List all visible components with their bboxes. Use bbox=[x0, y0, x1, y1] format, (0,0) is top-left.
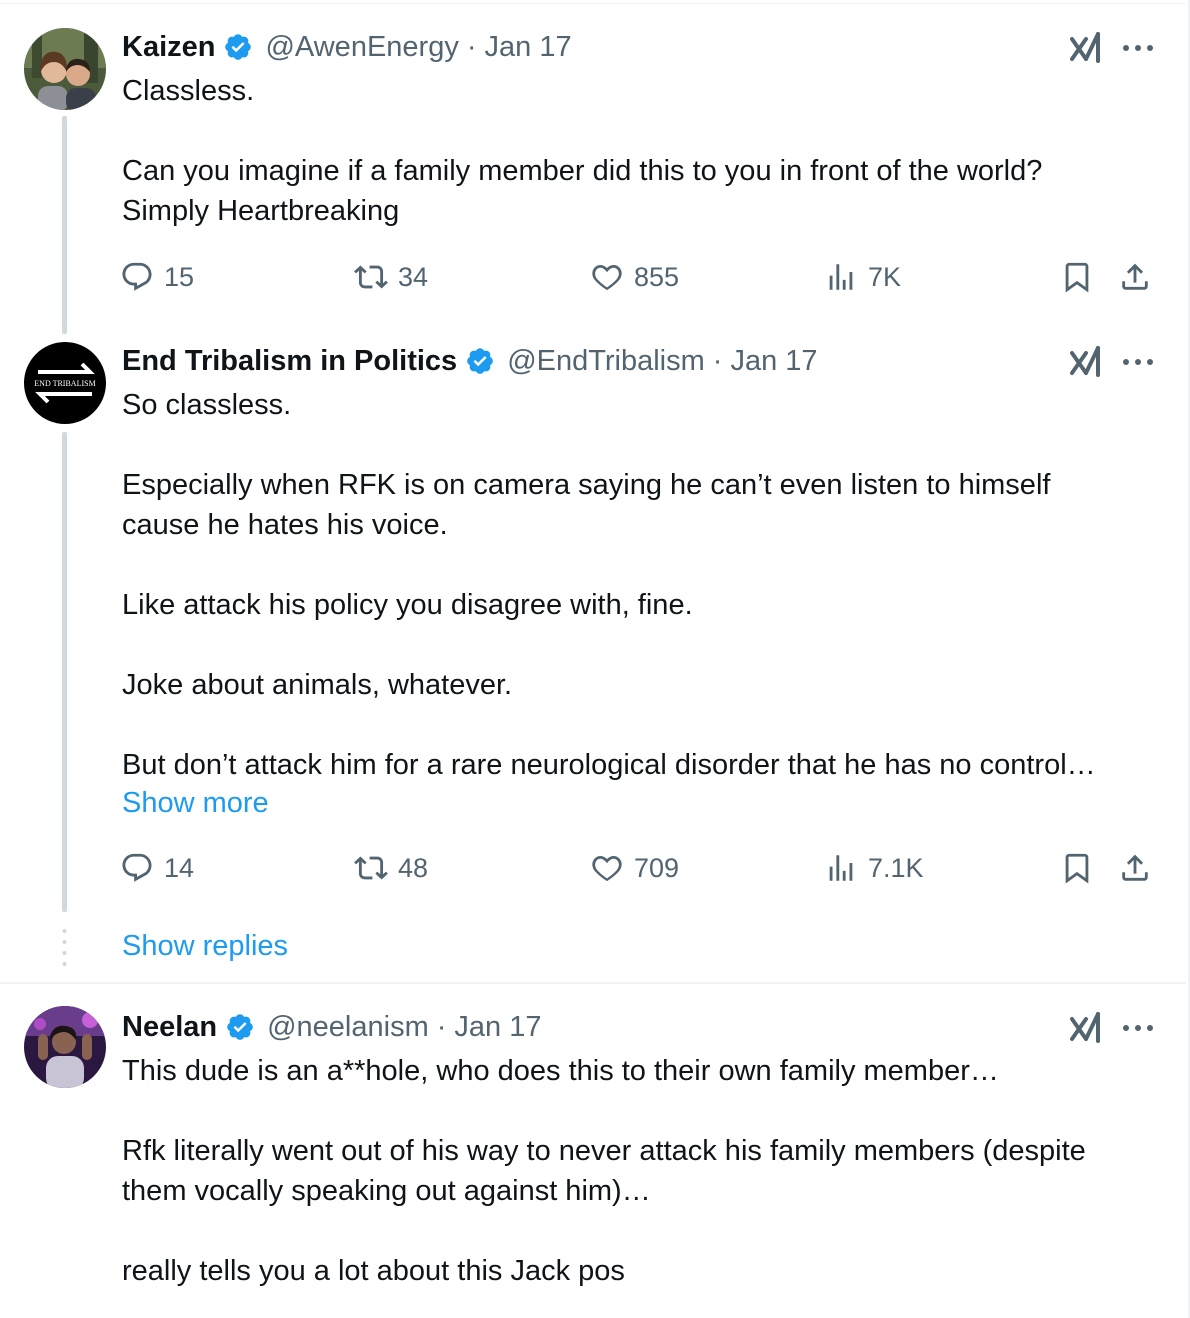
tweet-line: This dude is an a**hole, who does this t… bbox=[122, 1055, 999, 1087]
separator-dot: · bbox=[436, 1010, 447, 1043]
views-icon bbox=[829, 264, 853, 290]
grok-icon[interactable] bbox=[1068, 345, 1104, 379]
views-icon bbox=[829, 855, 853, 881]
share-button[interactable] bbox=[1118, 257, 1152, 297]
heart-icon bbox=[592, 855, 622, 882]
reply-button[interactable]: 15 bbox=[120, 257, 194, 297]
more-icon[interactable] bbox=[1120, 1023, 1156, 1033]
tweet-line: But don’t attack him for a rare neurolog… bbox=[122, 749, 1096, 781]
retweet-button[interactable]: 34 bbox=[354, 257, 428, 297]
tweet-line: really tells you a lot about this Jack p… bbox=[122, 1255, 625, 1287]
share-icon bbox=[1122, 263, 1148, 290]
like-button[interactable]: 709 bbox=[590, 848, 679, 888]
line-break bbox=[122, 1211, 1162, 1251]
show-replies-link[interactable]: Show replies bbox=[122, 926, 288, 966]
views-count: 7K bbox=[868, 261, 902, 292]
user-handle[interactable]: @neelanism bbox=[267, 1011, 429, 1044]
grok-icon[interactable] bbox=[1068, 31, 1104, 65]
bookmark-button[interactable] bbox=[1060, 257, 1094, 297]
action-bar: 14 48 709 7.1K bbox=[0, 848, 1186, 888]
share-button[interactable] bbox=[1118, 848, 1152, 888]
tweet-neelan[interactable]: Neelan @neelanism · Jan 17 This dude is … bbox=[0, 984, 1186, 1318]
like-count: 855 bbox=[634, 261, 680, 292]
tweet-line: Joke about animals, whatever. bbox=[122, 669, 513, 701]
line-break bbox=[122, 545, 1162, 585]
heart-icon bbox=[592, 264, 622, 291]
views-count: 7.1K bbox=[868, 852, 924, 883]
like-button[interactable]: 855 bbox=[590, 257, 679, 297]
reply-icon bbox=[122, 262, 152, 291]
bookmark-icon bbox=[1065, 262, 1089, 293]
user-handle[interactable]: @AwenEnergy bbox=[265, 31, 458, 64]
user-handle[interactable]: @EndTribalism bbox=[507, 345, 705, 378]
thread-line bbox=[62, 432, 67, 912]
retweet-count: 48 bbox=[398, 852, 429, 883]
reply-icon bbox=[122, 853, 152, 882]
avatar-photo-kaizen bbox=[24, 28, 106, 110]
tweet-line: Like attack his policy you disagree with… bbox=[122, 589, 693, 621]
tweet-line: Can you imagine if a family member did t… bbox=[122, 155, 1043, 187]
reply-count: 14 bbox=[164, 852, 195, 883]
tweet-line: So classless. bbox=[122, 389, 292, 421]
avatar-logo-text: END TRIBALISM bbox=[34, 379, 95, 388]
avatar-photo-neelan bbox=[24, 1006, 106, 1088]
tweet-text: This dude is an a**hole, who does this t… bbox=[122, 1051, 1162, 1291]
verified-badge-icon[interactable] bbox=[225, 1012, 255, 1042]
action-bar: 15 34 855 7K bbox=[0, 257, 1186, 297]
tweet-line: Especially when RFK is on camera saying … bbox=[122, 469, 1051, 501]
retweet-icon bbox=[354, 265, 388, 289]
tweet-date[interactable]: Jan 17 bbox=[454, 1011, 541, 1044]
bookmark-icon bbox=[1065, 853, 1089, 884]
tweet-line: Classless. bbox=[122, 75, 255, 107]
separator-dot: · bbox=[466, 30, 477, 63]
views-button[interactable]: 7K bbox=[824, 257, 901, 297]
tweet-header: Kaizen @AwenEnergy · Jan 17 bbox=[122, 27, 572, 67]
more-icon[interactable] bbox=[1120, 357, 1156, 367]
display-name[interactable]: Neelan bbox=[122, 1011, 217, 1044]
line-break bbox=[122, 425, 1162, 465]
retweet-count: 34 bbox=[398, 261, 429, 292]
views-button[interactable]: 7.1K bbox=[824, 848, 924, 888]
tweet-date[interactable]: Jan 17 bbox=[485, 31, 572, 64]
line-break bbox=[122, 705, 1162, 745]
more-icon[interactable] bbox=[1120, 43, 1156, 53]
share-icon bbox=[1122, 854, 1148, 881]
tweet-line: cause he hates his voice. bbox=[122, 509, 448, 541]
verified-badge-icon[interactable] bbox=[465, 346, 495, 376]
tweet-line: Rfk literally went out of his way to nev… bbox=[122, 1135, 1086, 1167]
line-break bbox=[122, 111, 1162, 151]
tweet-endtribalism[interactable]: END TRIBALISM End Tribalism in Politics … bbox=[0, 330, 1186, 980]
tweet-date[interactable]: Jan 17 bbox=[730, 345, 817, 378]
tweet-line: Simply Heartbreaking bbox=[122, 195, 400, 227]
verified-badge-icon[interactable] bbox=[223, 32, 253, 62]
avatar-endtribalism[interactable]: END TRIBALISM bbox=[24, 342, 106, 424]
grok-icon[interactable] bbox=[1068, 1011, 1104, 1045]
tweet-text: Classless. Can you imagine if a family m… bbox=[122, 71, 1162, 231]
tweet-line: them vocally speaking out against him)… bbox=[122, 1175, 651, 1207]
tweet-kaizen[interactable]: Kaizen @AwenEnergy · Jan 17 Classless. C… bbox=[0, 0, 1186, 334]
avatar-neelan[interactable] bbox=[24, 1006, 106, 1088]
retweet-icon bbox=[354, 856, 388, 880]
thread-dots bbox=[62, 929, 67, 966]
avatar-kaizen[interactable] bbox=[24, 28, 106, 110]
avatar-logo-endtribalism: END TRIBALISM bbox=[24, 342, 106, 424]
display-name[interactable]: Kaizen bbox=[122, 31, 215, 64]
line-break bbox=[122, 625, 1162, 665]
tweet-header: End Tribalism in Politics @EndTribalism … bbox=[122, 341, 818, 381]
reply-count: 15 bbox=[164, 261, 195, 292]
line-break bbox=[122, 1091, 1162, 1131]
like-count: 709 bbox=[634, 852, 680, 883]
reply-button[interactable]: 14 bbox=[120, 848, 194, 888]
tweet-text: So classless. Especially when RFK is on … bbox=[122, 385, 1162, 785]
bookmark-button[interactable] bbox=[1060, 848, 1094, 888]
tweet-header: Neelan @neelanism · Jan 17 bbox=[122, 1007, 541, 1047]
retweet-button[interactable]: 48 bbox=[354, 848, 428, 888]
display-name[interactable]: End Tribalism in Politics bbox=[122, 345, 457, 378]
show-more-link[interactable]: Show more bbox=[122, 783, 269, 823]
thread-line bbox=[62, 116, 67, 334]
separator-dot: · bbox=[712, 344, 723, 377]
